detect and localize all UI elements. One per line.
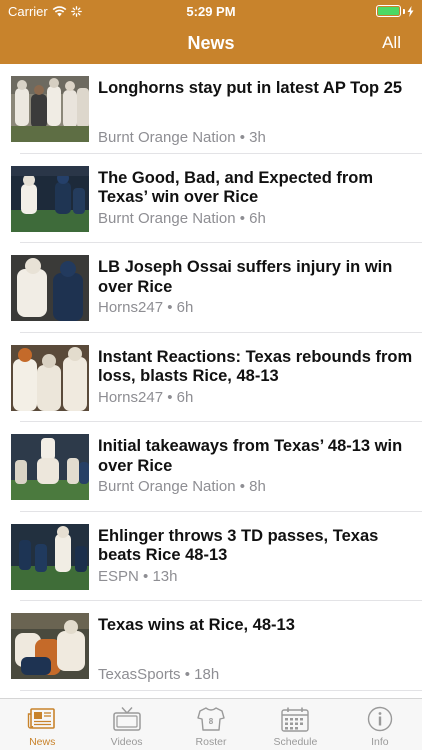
- tab-videos[interactable]: Videos: [84, 699, 168, 750]
- article-source: Burnt Orange Nation: [98, 478, 236, 495]
- article-title: Instant Reactions: Texas rebounds from l…: [98, 347, 413, 386]
- newspaper-icon: [28, 708, 56, 729]
- calendar-icon: [281, 707, 310, 732]
- article-thumbnail: [11, 165, 89, 232]
- article-age: 6h: [249, 209, 266, 227]
- article-age: 6h: [176, 388, 194, 406]
- tab-roster[interactable]: 8 Roster: [169, 699, 253, 750]
- tab-label: Schedule: [273, 736, 318, 748]
- article-title: Initial takeaways from Texas’ 48-13 win …: [98, 437, 403, 475]
- tab-schedule[interactable]: Schedule: [253, 699, 337, 750]
- divider: [20, 689, 422, 691]
- article-thumbnail: [11, 76, 89, 142]
- status-bar: Carrier 5:29 PM: [0, 0, 422, 22]
- page-title: News: [187, 33, 235, 53]
- news-item[interactable]: Initial takeaways from Texas’ 48-13 win …: [0, 422, 422, 512]
- article-meta: Horns247 • 6h: [98, 299, 194, 316]
- battery-icon: [376, 5, 414, 17]
- news-item[interactable]: The Good, Bad, and Expected from Texas’ …: [0, 154, 422, 243]
- info-icon: [367, 706, 393, 732]
- all-button[interactable]: All: [382, 33, 401, 53]
- tab-news[interactable]: News: [0, 699, 84, 750]
- article-meta: ESPN • 13h: [98, 567, 178, 585]
- article-title: Longhorns stay put in latest AP Top 25: [98, 79, 403, 97]
- article-title: The Good, Bad, and Expected from Texas’ …: [98, 168, 374, 207]
- article-thumbnail: [11, 523, 89, 590]
- news-item[interactable]: Ehlinger throws 3 TD passes, Texas beats…: [0, 512, 422, 601]
- news-item[interactable]: Instant Reactions: Texas rebounds from l…: [0, 333, 422, 422]
- top-bar: Carrier 5:29 PM News All: [0, 0, 422, 64]
- charging-bolt-icon: [407, 5, 414, 17]
- article-age: 3h: [249, 129, 266, 146]
- article-age: 13h: [152, 567, 178, 585]
- tab-info[interactable]: Info: [338, 699, 422, 750]
- tab-label: Roster: [195, 736, 227, 748]
- tab-label: Videos: [110, 736, 143, 748]
- article-source: Burnt Orange Nation: [98, 129, 236, 146]
- tv-icon: [112, 707, 141, 731]
- article-source: ESPN: [98, 567, 139, 585]
- article-title: Ehlinger throws 3 TD passes, Texas beats…: [98, 526, 379, 565]
- tab-label: News: [29, 736, 56, 748]
- article-title: Texas wins at Rice, 48-13: [98, 616, 295, 634]
- status-time: 5:29 PM: [186, 4, 236, 19]
- news-item[interactable]: LB Joseph Ossai suffers injury in win ov…: [0, 243, 422, 333]
- jersey-icon: 8: [197, 707, 225, 731]
- article-meta: Burnt Orange Nation • 6h: [98, 209, 266, 227]
- article-age: 8h: [249, 478, 266, 495]
- article-thumbnail: [11, 344, 89, 411]
- article-thumbnail: [11, 613, 89, 679]
- news-item[interactable]: Texas wins at Rice, 48-13 TexasSports • …: [0, 601, 422, 691]
- article-thumbnail: [11, 434, 89, 500]
- article-thumbnail: [11, 255, 89, 321]
- article-meta: Burnt Orange Nation • 8h: [98, 478, 266, 495]
- article-meta: TexasSports • 18h: [98, 666, 220, 683]
- article-source: Burnt Orange Nation: [98, 209, 236, 227]
- navigation-bar: News All: [0, 22, 422, 64]
- tab-bar: News Videos 8 Roster Schedule Info: [0, 698, 422, 750]
- tab-label: Info: [371, 736, 389, 748]
- article-source: Horns247: [98, 299, 164, 316]
- article-source: TexasSports: [98, 666, 181, 683]
- article-age: 18h: [194, 666, 220, 683]
- svg-text:8: 8: [209, 717, 214, 726]
- news-list[interactable]: Longhorns stay put in latest AP Top 25 B…: [0, 64, 422, 698]
- news-item[interactable]: Longhorns stay put in latest AP Top 25 B…: [0, 64, 422, 154]
- article-age: 6h: [176, 299, 194, 316]
- article-meta: Horns247 • 6h: [98, 388, 194, 406]
- article-source: Horns247: [98, 388, 164, 406]
- article-title: LB Joseph Ossai suffers injury in win ov…: [98, 258, 393, 296]
- article-meta: Burnt Orange Nation • 3h: [98, 129, 266, 146]
